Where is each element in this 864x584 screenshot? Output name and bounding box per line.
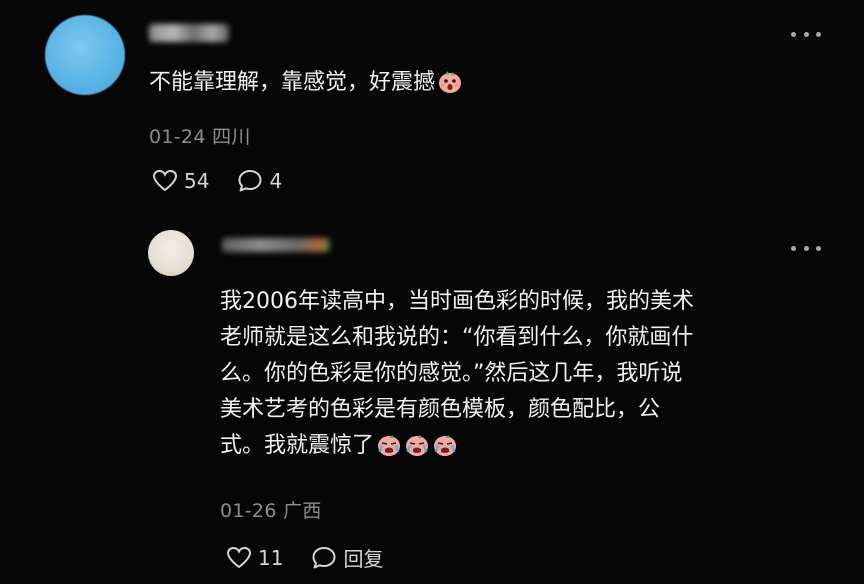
shocked-face-emoji — [439, 71, 462, 93]
crying-face-emoji — [434, 435, 457, 456]
reply-count: 4 — [269, 169, 283, 193]
comment-text: 不能靠理解，靠感觉，好震撼 — [149, 65, 709, 101]
reply-date: 01-26 — [220, 500, 277, 522]
comment-bubble-icon — [312, 546, 336, 568]
reply-username-blurred[interactable] — [222, 238, 330, 252]
comment-text-body: 不能靠理解，靠感觉，好震撼 — [149, 70, 436, 95]
reply-to-reply-button[interactable]: 回复 — [311, 543, 383, 572]
reply-like-button[interactable]: 11 — [226, 546, 283, 570]
like-button[interactable]: 54 — [152, 169, 209, 193]
reply-meta: 01-26 广西 — [220, 496, 322, 523]
comment-location: 四川 — [212, 126, 251, 148]
comment-date: 01-24 — [149, 126, 206, 148]
reply-button[interactable]: 4 — [237, 169, 282, 193]
crying-face-emoji — [406, 435, 429, 456]
heart-icon — [152, 169, 178, 192]
reply-avatar[interactable] — [148, 230, 194, 276]
avatar[interactable] — [45, 15, 125, 95]
reply-like-count: 11 — [258, 545, 284, 570]
comment-bubble-icon — [238, 170, 262, 192]
heart-icon — [226, 546, 252, 568]
comment-meta: 01-24 四川 — [149, 122, 251, 149]
more-options-icon[interactable] — [791, 29, 821, 39]
comment-thread: 不能靠理解，靠感觉，好震撼 01-24 四川 54 4 我2006年读高中，当时… — [0, 0, 864, 584]
like-count: 54 — [184, 169, 210, 193]
username-blurred[interactable] — [149, 24, 229, 42]
reply-location: 广西 — [283, 500, 322, 522]
crying-face-emoji — [378, 435, 401, 456]
reply-actions: 11 回复 — [226, 543, 411, 572]
reply-label: 回复 — [343, 547, 384, 571]
reply-text: 我2006年读高中，当时画色彩的时候，我的美术 老师就是这么和我说的：“你看到什… — [220, 284, 820, 464]
comment-actions: 54 4 — [152, 169, 310, 193]
reply-more-options-icon[interactable] — [791, 243, 821, 253]
